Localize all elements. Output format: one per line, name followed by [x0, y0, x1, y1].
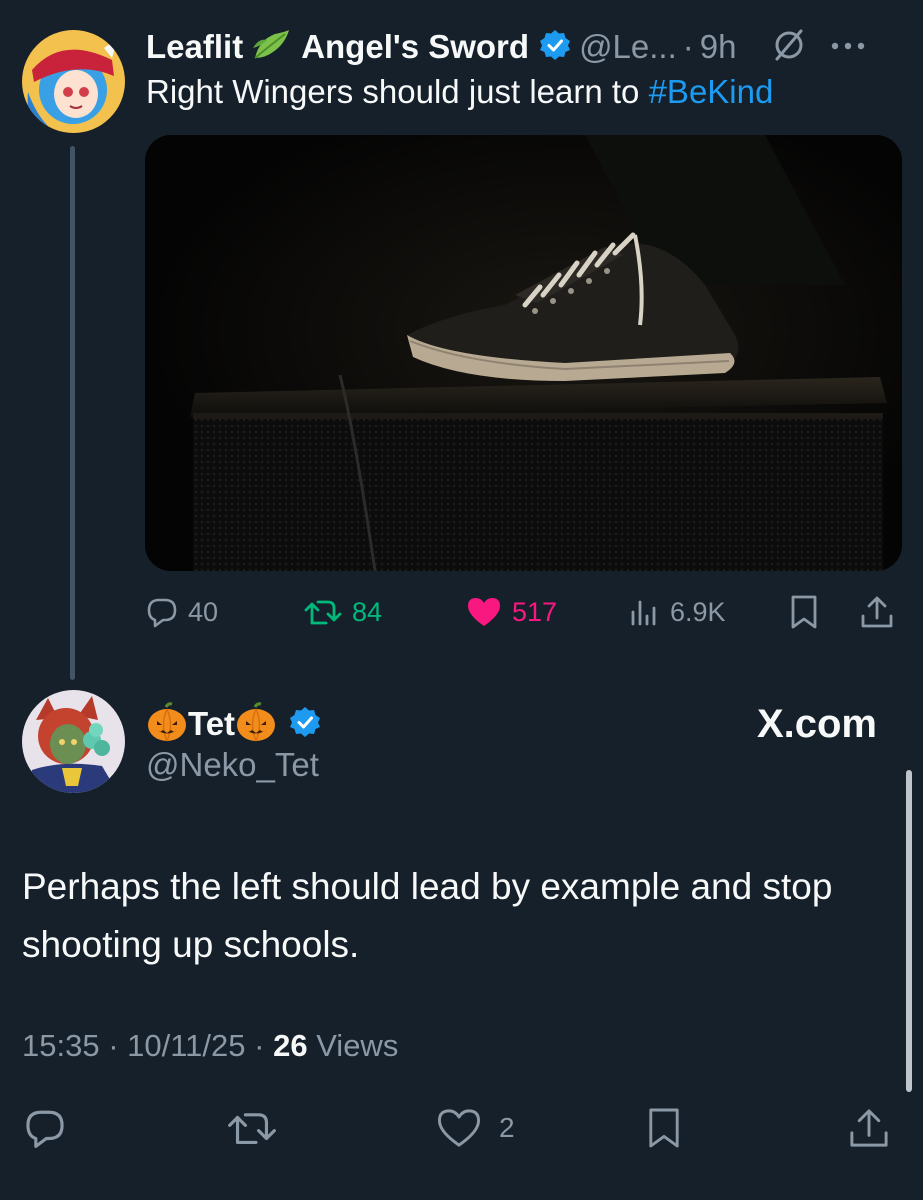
reply-name-row: Tet [146, 701, 329, 748]
share-icon [861, 596, 893, 628]
bookmark-button[interactable] [789, 588, 819, 636]
retweet-icon [228, 1113, 276, 1145]
like-button[interactable]: 2 [437, 1104, 515, 1152]
separator-dot: · [254, 1028, 274, 1063]
reply-count: 40 [188, 596, 219, 627]
pumpkin-icon [146, 701, 188, 748]
views-count: 6.9K [670, 596, 726, 627]
tweet-header: Leaflit Angel's Sword @Le... · 9h [146, 24, 906, 70]
handle[interactable]: @Le... [579, 28, 677, 66]
share-icon [850, 1109, 888, 1147]
more-icon[interactable] [831, 38, 865, 56]
share-button[interactable] [848, 1104, 890, 1152]
heart-icon [468, 598, 500, 626]
retweet-icon [304, 600, 342, 625]
reply-icon [26, 1110, 64, 1148]
avatar-tet[interactable] [22, 690, 125, 793]
like-count: 517 [512, 596, 558, 627]
tweet-text-body: Right Wingers should just learn to [146, 73, 649, 110]
display-name[interactable]: Leaflit [146, 28, 243, 66]
verified-badge-icon [539, 29, 571, 66]
scrollbar[interactable] [906, 770, 912, 1092]
reply-button[interactable]: 40 [146, 588, 218, 636]
verified-badge-icon [289, 706, 321, 743]
thread-connector [70, 146, 75, 680]
reply-icon [147, 598, 177, 628]
reply-handle[interactable]: @Neko_Tet [146, 746, 319, 784]
like-button[interactable]: 517 [466, 588, 557, 636]
bookmark-icon [791, 595, 817, 629]
tweet-thread: Leaflit Angel's Sword @Le... · 9h Right … [0, 0, 923, 1200]
separator-dot: · [682, 28, 694, 65]
views-icon [631, 600, 656, 626]
retweet-button[interactable]: 84 [304, 588, 382, 636]
reply-action-bar: 2 [0, 1104, 923, 1152]
reply-views-count: 26 [273, 1028, 308, 1063]
bookmark-button[interactable] [646, 1104, 682, 1152]
hashtag-link[interactable]: #BeKind [649, 73, 774, 110]
xcom-watermark-text: X.com [756, 702, 877, 746]
share-button[interactable] [860, 588, 894, 636]
reply-text: Perhaps the left should lead by example … [22, 866, 833, 965]
reply-views-label: Views [316, 1028, 399, 1063]
avatar-leaflit[interactable] [22, 30, 125, 133]
reply-date[interactable]: 10/11/25 [127, 1028, 245, 1063]
retweet-count: 84 [352, 596, 383, 627]
retweet-button[interactable] [227, 1104, 277, 1152]
reply-meta: 15:35 · 10/11/25 · 26 Views [22, 1028, 398, 1064]
views-button[interactable]: 6.9K [628, 588, 726, 636]
xcom-watermark: X.com [757, 702, 877, 747]
tweet-media-image[interactable] [145, 135, 902, 571]
grok-icon[interactable] [771, 27, 807, 68]
reply-time[interactable]: 15:35 [22, 1028, 100, 1063]
timestamp[interactable]: 9h [700, 28, 737, 66]
bookmark-icon [649, 1108, 679, 1148]
tweet-action-bar: 40 84 517 6.9K [146, 588, 906, 636]
pumpkin-icon [235, 701, 277, 748]
reply-display-name[interactable]: Tet [188, 705, 235, 743]
separator-dot: · [108, 1028, 128, 1063]
tweet-text: Right Wingers should just learn to #BeKi… [146, 73, 773, 111]
leaf-icon [251, 28, 291, 67]
heart-icon [437, 1109, 481, 1147]
display-name-suffix[interactable]: Angel's Sword [301, 28, 529, 66]
reply-button[interactable] [24, 1104, 66, 1152]
like-count: 2 [499, 1112, 515, 1143]
